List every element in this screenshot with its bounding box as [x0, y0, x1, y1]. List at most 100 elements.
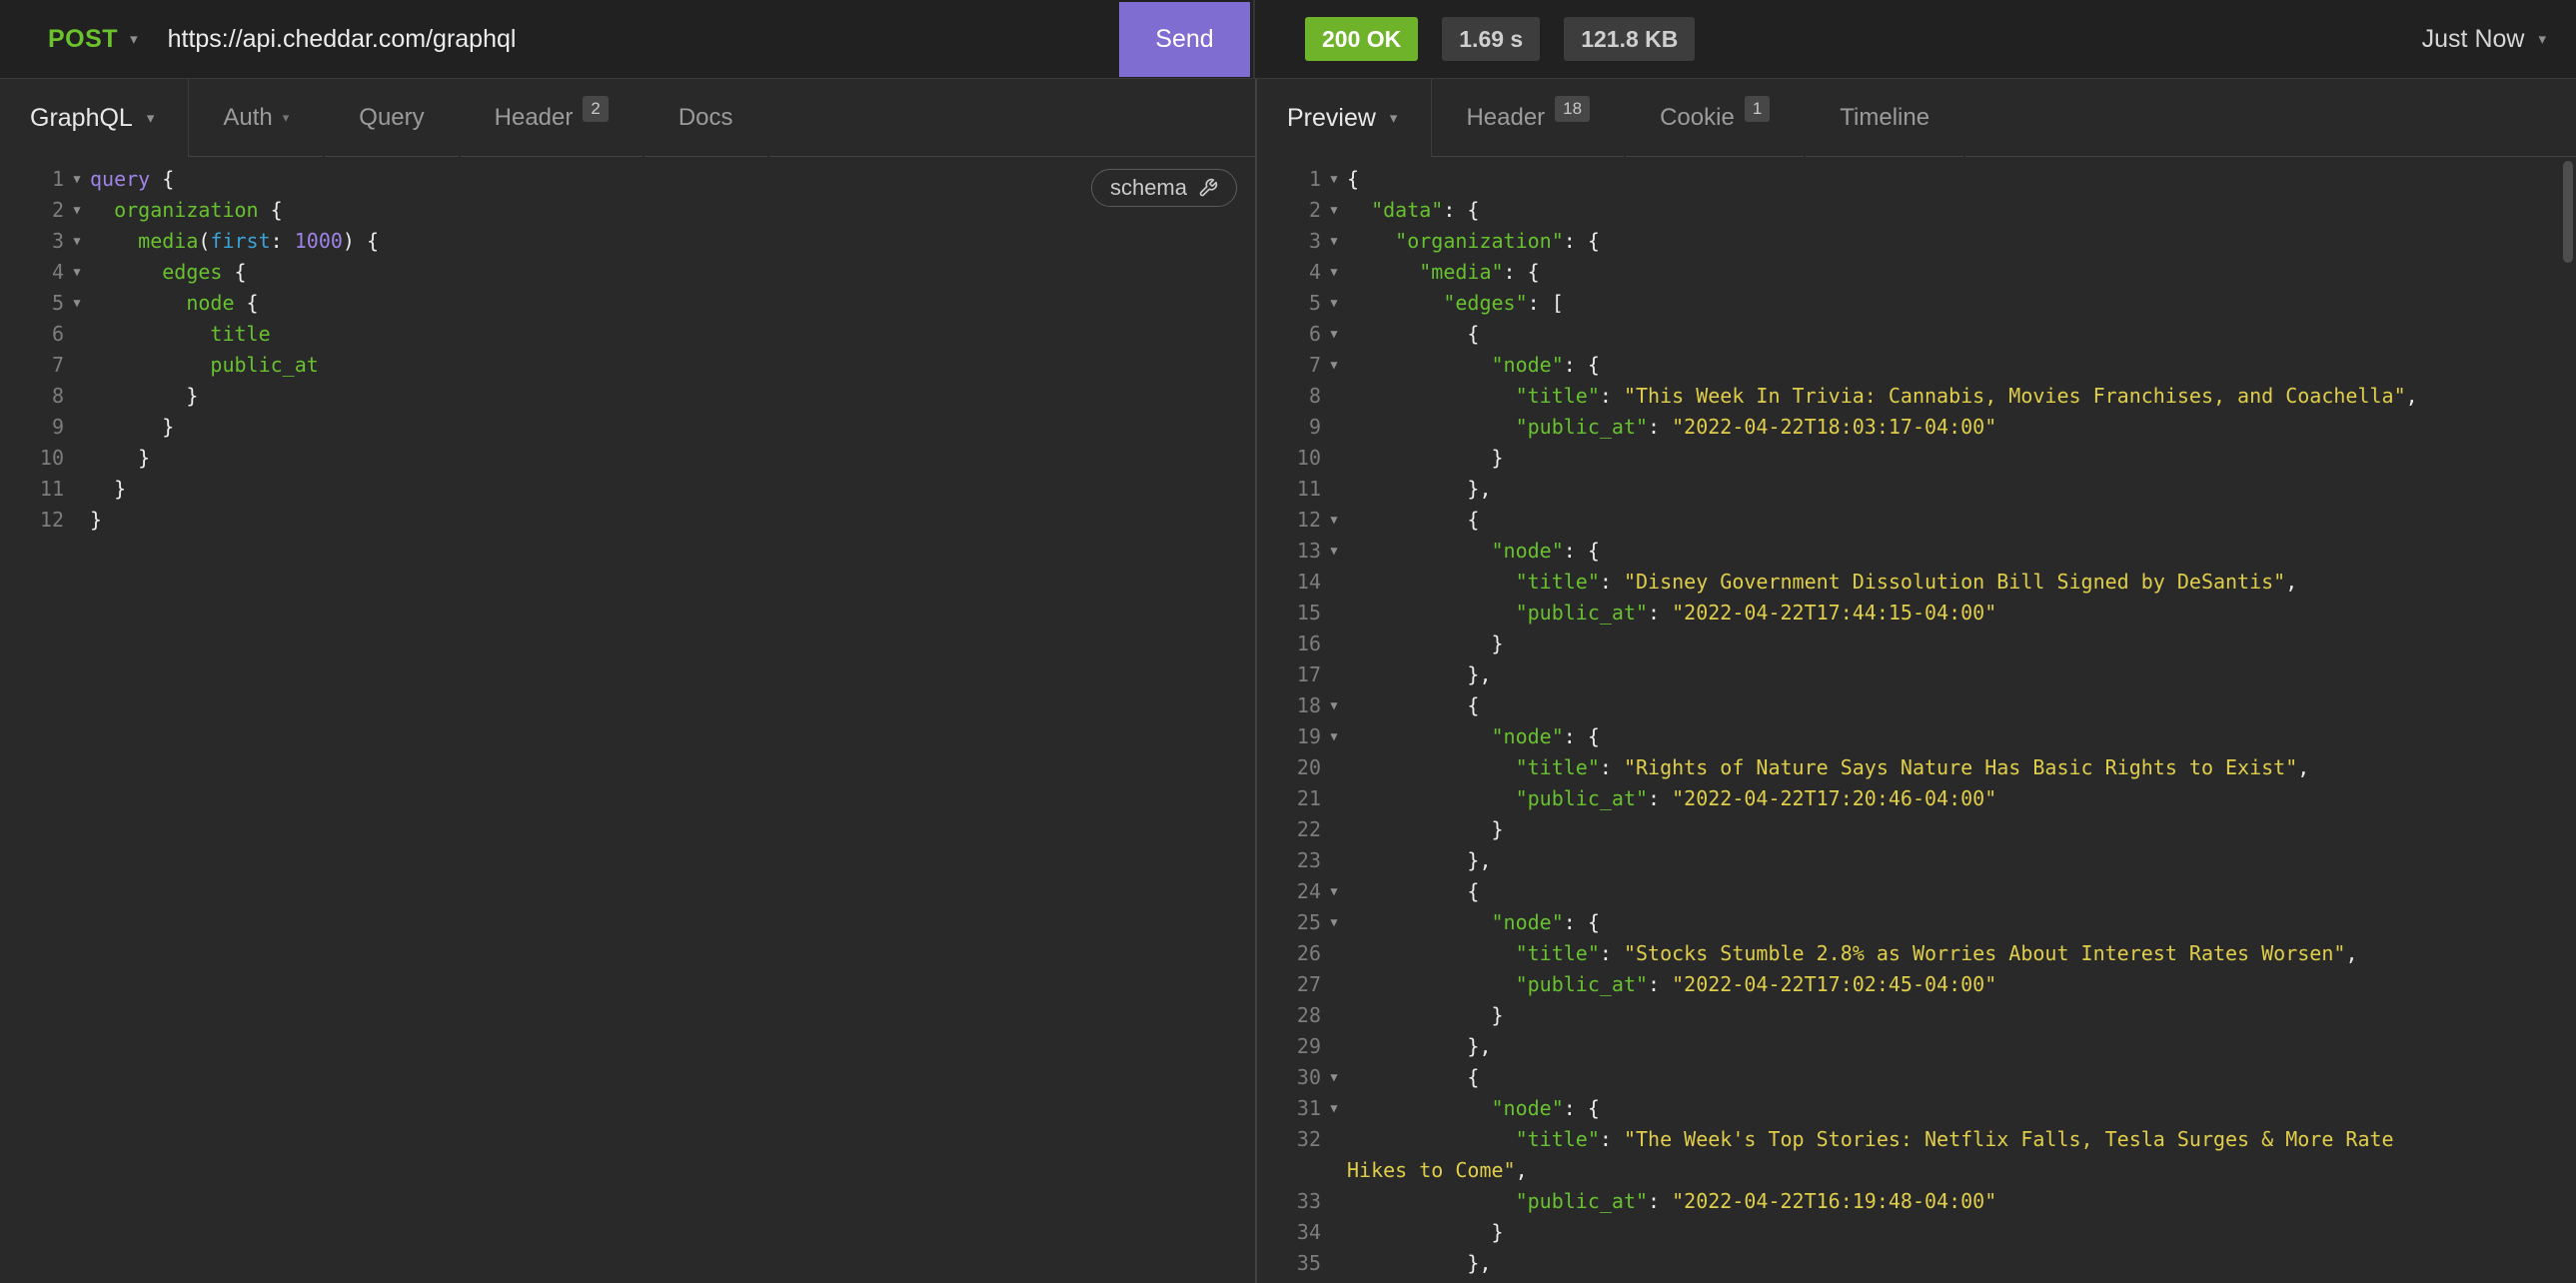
chevron-down-icon: ▾ — [283, 111, 290, 124]
fold-gutter — [64, 381, 90, 412]
code-text: media(first: 1000) { — [90, 226, 379, 257]
code-text: Hikes to Come", — [1347, 1155, 1528, 1186]
fold-gutter — [64, 350, 90, 381]
fold-gutter — [1321, 814, 1347, 845]
line-number: 24 — [1257, 876, 1321, 907]
history-dropdown[interactable]: Just Now ▾ — [2422, 25, 2546, 54]
url-input[interactable]: https://api.cheddar.com/graphql — [168, 25, 1119, 54]
fold-arrow-icon[interactable]: ▼ — [1321, 1279, 1347, 1283]
code-line: 32 "title": "The Week's Top Stories: Net… — [1257, 1124, 2576, 1155]
fold-arrow-icon[interactable]: ▼ — [1321, 907, 1347, 938]
fold-gutter — [64, 505, 90, 536]
fold-gutter — [1321, 443, 1347, 474]
tab-query[interactable]: Query — [325, 79, 458, 157]
fold-arrow-icon[interactable]: ▼ — [1321, 721, 1347, 752]
tab-auth-label: Auth — [223, 104, 272, 132]
code-text: "node": { — [1347, 907, 1600, 938]
code-line: 33 "public_at": "2022-04-22T16:19:48-04:… — [1257, 1186, 2576, 1217]
code-text: { — [1347, 319, 1479, 350]
send-button[interactable]: Send — [1119, 2, 1250, 77]
code-line: 6▼ { — [1257, 319, 2576, 350]
fold-arrow-icon[interactable]: ▼ — [64, 257, 90, 288]
code-text: "node": { — [1347, 721, 1600, 752]
code-text: public_at — [90, 350, 319, 381]
fold-arrow-icon[interactable]: ▼ — [64, 195, 90, 226]
schema-button[interactable]: schema — [1091, 169, 1237, 207]
fold-arrow-icon[interactable]: ▼ — [64, 226, 90, 257]
code-text: { — [1347, 876, 1479, 907]
line-number: 34 — [1257, 1217, 1321, 1248]
tab-header[interactable]: Header 2 — [461, 79, 643, 157]
scrollbar-thumb[interactable] — [2563, 161, 2573, 263]
fold-arrow-icon[interactable]: ▼ — [1321, 164, 1347, 195]
code-text: { — [1347, 1279, 1479, 1283]
fold-arrow-icon[interactable]: ▼ — [1321, 690, 1347, 721]
fold-arrow-icon[interactable]: ▼ — [1321, 536, 1347, 567]
code-line: 31▼ "node": { — [1257, 1093, 2576, 1124]
code-line: 20 "title": "Rights of Nature Says Natur… — [1257, 752, 2576, 783]
preview-mode-dropdown[interactable]: Preview ▾ — [1257, 79, 1432, 157]
line-number: 5 — [0, 288, 64, 319]
line-number: 1 — [1257, 164, 1321, 195]
line-number: 30 — [1257, 1062, 1321, 1093]
code-line: 1▼{ — [1257, 164, 2576, 195]
code-text: }, — [1347, 474, 1492, 505]
tab-docs[interactable]: Docs — [644, 79, 767, 157]
code-line: 23 }, — [1257, 845, 2576, 876]
code-line: 2▼ "data": { — [1257, 195, 2576, 226]
fold-arrow-icon[interactable]: ▼ — [1321, 505, 1347, 536]
fold-arrow-icon[interactable]: ▼ — [1321, 1093, 1347, 1124]
tab-response-header[interactable]: Header 18 — [1432, 79, 1624, 157]
line-number: 17 — [1257, 659, 1321, 690]
request-url-bar: POST ▾ https://api.cheddar.com/graphql S… — [0, 0, 2576, 79]
code-text: query { — [90, 164, 174, 195]
status-badge: 200 OK — [1305, 17, 1418, 61]
chevron-down-icon: ▾ — [2538, 32, 2546, 47]
body-type-dropdown[interactable]: GraphQL ▾ — [0, 79, 189, 157]
fold-arrow-icon[interactable]: ▼ — [1321, 876, 1347, 907]
response-json-viewer[interactable]: 1▼{2▼ "data": {3▼ "organization": {4▼ "m… — [1257, 157, 2576, 1283]
fold-arrow-icon[interactable]: ▼ — [1321, 1062, 1347, 1093]
fold-arrow-icon[interactable]: ▼ — [64, 164, 90, 195]
code-text: "title": "The Week's Top Stories: Netfli… — [1347, 1124, 2394, 1155]
fold-gutter — [64, 443, 90, 474]
fold-gutter — [1321, 629, 1347, 659]
tab-timeline[interactable]: Timeline — [1806, 79, 1963, 157]
tab-query-label: Query — [359, 104, 424, 132]
fold-arrow-icon[interactable]: ▼ — [1321, 350, 1347, 381]
method-dropdown[interactable]: POST ▾ — [0, 25, 138, 54]
line-number: 14 — [1257, 567, 1321, 598]
code-line: 3▼ "organization": { — [1257, 226, 2576, 257]
line-number: 4 — [1257, 257, 1321, 288]
code-line: 1▼query { — [0, 164, 1255, 195]
code-text: } — [90, 412, 174, 443]
chevron-down-icon: ▾ — [1390, 111, 1398, 126]
method-label: POST — [48, 25, 118, 54]
fold-arrow-icon[interactable]: ▼ — [1321, 226, 1347, 257]
fold-arrow-icon[interactable]: ▼ — [1321, 319, 1347, 350]
fold-gutter — [1321, 783, 1347, 814]
fold-arrow-icon[interactable]: ▼ — [1321, 257, 1347, 288]
tab-cookie[interactable]: Cookie 1 — [1626, 79, 1804, 157]
line-number: 3 — [0, 226, 64, 257]
code-line: 11 }, — [1257, 474, 2576, 505]
fold-gutter — [1321, 598, 1347, 629]
code-line: 24▼ { — [1257, 876, 2576, 907]
fold-arrow-icon[interactable]: ▼ — [1321, 195, 1347, 226]
body-type-label: GraphQL — [30, 104, 133, 133]
graphql-query-editor[interactable]: schema 1▼query {2▼ organization {3▼ medi… — [0, 157, 1255, 1283]
code-line: 28 } — [1257, 1000, 2576, 1031]
line-number: 11 — [0, 474, 64, 505]
line-number: 3 — [1257, 226, 1321, 257]
code-text: "node": { — [1347, 1093, 1600, 1124]
fold-arrow-icon[interactable]: ▼ — [64, 288, 90, 319]
request-tabbar: GraphQL ▾ Auth ▾ Query Header 2 — [0, 79, 1255, 157]
code-text: }, — [1347, 845, 1492, 876]
line-number: 27 — [1257, 969, 1321, 1000]
fold-arrow-icon[interactable]: ▼ — [1321, 288, 1347, 319]
code-text: }, — [1347, 1248, 1492, 1279]
line-number: 22 — [1257, 814, 1321, 845]
fold-gutter — [1321, 1000, 1347, 1031]
tab-auth[interactable]: Auth ▾ — [189, 79, 323, 157]
line-number: 29 — [1257, 1031, 1321, 1062]
